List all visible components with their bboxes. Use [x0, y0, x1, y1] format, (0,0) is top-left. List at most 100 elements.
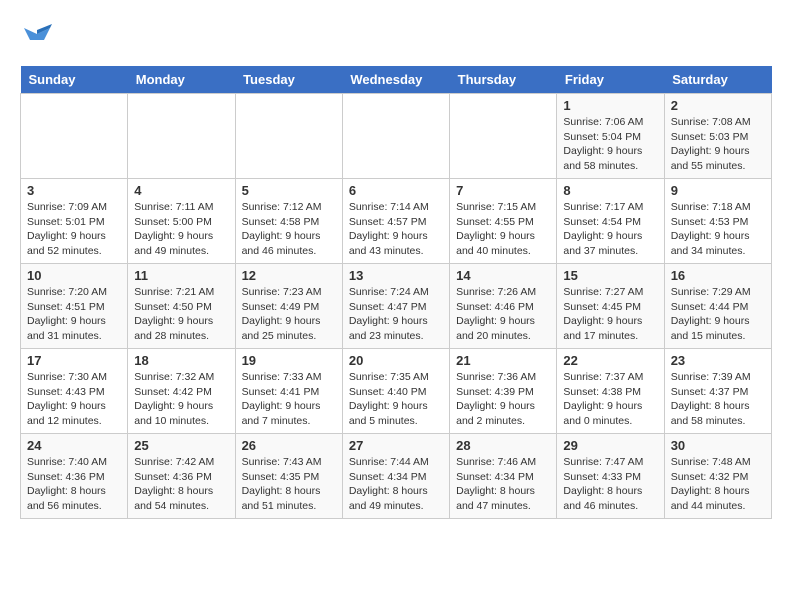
day-number: 25 [134, 438, 228, 453]
day-number: 12 [242, 268, 336, 283]
day-number: 18 [134, 353, 228, 368]
day-number: 29 [563, 438, 657, 453]
calendar-cell: 2Sunrise: 7:08 AM Sunset: 5:03 PM Daylig… [664, 94, 771, 179]
calendar-cell: 4Sunrise: 7:11 AM Sunset: 5:00 PM Daylig… [128, 179, 235, 264]
day-header-monday: Monday [128, 66, 235, 94]
day-info: Sunrise: 7:47 AM Sunset: 4:33 PM Dayligh… [563, 455, 657, 514]
day-header-thursday: Thursday [450, 66, 557, 94]
day-number: 14 [456, 268, 550, 283]
day-header-tuesday: Tuesday [235, 66, 342, 94]
day-info: Sunrise: 7:39 AM Sunset: 4:37 PM Dayligh… [671, 370, 765, 429]
day-info: Sunrise: 7:26 AM Sunset: 4:46 PM Dayligh… [456, 285, 550, 344]
calendar-week-3: 10 Sunrise: 7:20 AM Sunset: 4:51 PM Dayli… [21, 264, 772, 349]
day-number: 6 [349, 183, 443, 198]
day-info: Sunrise: 7:15 AM Sunset: 4:55 PM Dayligh… [456, 200, 550, 259]
day-header-sunday: Sunday [21, 66, 128, 94]
calendar-cell: 13 Sunrise: 7:24 AM Sunset: 4:47 PM Dayli… [342, 264, 449, 349]
day-info: Sunrise: 7:30 AM Sunset: 4:43 PM Dayligh… [27, 370, 121, 429]
day-number: 2 [671, 98, 765, 113]
day-info: Sunrise: 7:27 AM Sunset: 4:45 PM Dayligh… [563, 285, 657, 344]
calendar-cell [21, 94, 128, 179]
logo-icon [22, 20, 52, 50]
day-info: Sunrise: 7:11 AM Sunset: 5:00 PM Dayligh… [134, 200, 228, 259]
day-number: 30 [671, 438, 765, 453]
day-info: Sunrise: 7:48 AM Sunset: 4:32 PM Dayligh… [671, 455, 765, 514]
day-header-friday: Friday [557, 66, 664, 94]
calendar-table: SundayMondayTuesdayWednesdayThursdayFrid… [20, 66, 772, 519]
day-info: Sunrise: 7:09 AM Sunset: 5:01 PM Dayligh… [27, 200, 121, 259]
calendar-week-1: 1Sunrise: 7:06 AM Sunset: 5:04 PM Daylig… [21, 94, 772, 179]
day-info: Sunrise: 7:35 AM Sunset: 4:40 PM Dayligh… [349, 370, 443, 429]
day-number: 24 [27, 438, 121, 453]
day-number: 20 [349, 353, 443, 368]
calendar-cell: 15Sunrise: 7:27 AM Sunset: 4:45 PM Dayli… [557, 264, 664, 349]
day-info: Sunrise: 7:14 AM Sunset: 4:57 PM Dayligh… [349, 200, 443, 259]
calendar-cell: 3 Sunrise: 7:09 AM Sunset: 5:01 PM Daylig… [21, 179, 128, 264]
day-info: Sunrise: 7:24 AM Sunset: 4:47 PM Dayligh… [349, 285, 443, 344]
calendar-cell: 5 Sunrise: 7:12 AM Sunset: 4:58 PM Daylig… [235, 179, 342, 264]
calendar-cell: 1Sunrise: 7:06 AM Sunset: 5:04 PM Daylig… [557, 94, 664, 179]
day-number: 8 [563, 183, 657, 198]
calendar-cell: 27Sunrise: 7:44 AM Sunset: 4:34 PM Dayli… [342, 434, 449, 519]
day-number: 17 [27, 353, 121, 368]
calendar-body: 1Sunrise: 7:06 AM Sunset: 5:04 PM Daylig… [21, 94, 772, 519]
calendar-cell: 10 Sunrise: 7:20 AM Sunset: 4:51 PM Dayli… [21, 264, 128, 349]
calendar-cell: 20 Sunrise: 7:35 AM Sunset: 4:40 PM Dayli… [342, 349, 449, 434]
day-number: 21 [456, 353, 550, 368]
day-info: Sunrise: 7:42 AM Sunset: 4:36 PM Dayligh… [134, 455, 228, 514]
calendar-cell [235, 94, 342, 179]
calendar-cell: 22 Sunrise: 7:37 AM Sunset: 4:38 PM Dayli… [557, 349, 664, 434]
calendar-cell: 23 Sunrise: 7:39 AM Sunset: 4:37 PM Dayli… [664, 349, 771, 434]
day-number: 28 [456, 438, 550, 453]
logo [20, 20, 52, 56]
calendar-cell: 21 Sunrise: 7:36 AM Sunset: 4:39 PM Dayli… [450, 349, 557, 434]
day-header-saturday: Saturday [664, 66, 771, 94]
calendar-cell: 24 Sunrise: 7:40 AM Sunset: 4:36 PM Dayli… [21, 434, 128, 519]
calendar-week-5: 24 Sunrise: 7:40 AM Sunset: 4:36 PM Dayli… [21, 434, 772, 519]
day-number: 5 [242, 183, 336, 198]
day-info: Sunrise: 7:12 AM Sunset: 4:58 PM Dayligh… [242, 200, 336, 259]
day-info: Sunrise: 7:20 AM Sunset: 4:51 PM Dayligh… [27, 285, 121, 344]
day-info: Sunrise: 7:33 AM Sunset: 4:41 PM Dayligh… [242, 370, 336, 429]
calendar-cell: 25 Sunrise: 7:42 AM Sunset: 4:36 PM Dayli… [128, 434, 235, 519]
day-info: Sunrise: 7:17 AM Sunset: 4:54 PM Dayligh… [563, 200, 657, 259]
day-number: 7 [456, 183, 550, 198]
day-number: 16 [671, 268, 765, 283]
day-header-wednesday: Wednesday [342, 66, 449, 94]
day-info: Sunrise: 7:37 AM Sunset: 4:38 PM Dayligh… [563, 370, 657, 429]
day-number: 22 [563, 353, 657, 368]
day-number: 13 [349, 268, 443, 283]
calendar-cell [450, 94, 557, 179]
page-header [20, 20, 772, 56]
day-number: 9 [671, 183, 765, 198]
day-info: Sunrise: 7:21 AM Sunset: 4:50 PM Dayligh… [134, 285, 228, 344]
calendar-cell: 16 Sunrise: 7:29 AM Sunset: 4:44 PM Dayli… [664, 264, 771, 349]
day-number: 3 [27, 183, 121, 198]
calendar-cell: 29 Sunrise: 7:47 AM Sunset: 4:33 PM Dayli… [557, 434, 664, 519]
day-info: Sunrise: 7:36 AM Sunset: 4:39 PM Dayligh… [456, 370, 550, 429]
day-info: Sunrise: 7:43 AM Sunset: 4:35 PM Dayligh… [242, 455, 336, 514]
calendar-cell [128, 94, 235, 179]
calendar-cell: 26Sunrise: 7:43 AM Sunset: 4:35 PM Dayli… [235, 434, 342, 519]
calendar-week-2: 3 Sunrise: 7:09 AM Sunset: 5:01 PM Daylig… [21, 179, 772, 264]
day-info: Sunrise: 7:46 AM Sunset: 4:34 PM Dayligh… [456, 455, 550, 514]
day-number: 23 [671, 353, 765, 368]
day-number: 11 [134, 268, 228, 283]
calendar-cell: 30 Sunrise: 7:48 AM Sunset: 4:32 PM Dayli… [664, 434, 771, 519]
calendar-cell: 8 Sunrise: 7:17 AM Sunset: 4:54 PM Daylig… [557, 179, 664, 264]
day-info: Sunrise: 7:06 AM Sunset: 5:04 PM Dayligh… [563, 115, 657, 174]
calendar-cell: 12 Sunrise: 7:23 AM Sunset: 4:49 PM Dayli… [235, 264, 342, 349]
calendar-week-4: 17 Sunrise: 7:30 AM Sunset: 4:43 PM Dayli… [21, 349, 772, 434]
calendar-cell [342, 94, 449, 179]
calendar-cell: 9Sunrise: 7:18 AM Sunset: 4:53 PM Daylig… [664, 179, 771, 264]
day-info: Sunrise: 7:23 AM Sunset: 4:49 PM Dayligh… [242, 285, 336, 344]
logo-text [20, 20, 52, 56]
calendar-cell: 14 Sunrise: 7:26 AM Sunset: 4:46 PM Dayli… [450, 264, 557, 349]
day-info: Sunrise: 7:32 AM Sunset: 4:42 PM Dayligh… [134, 370, 228, 429]
day-number: 10 [27, 268, 121, 283]
day-number: 27 [349, 438, 443, 453]
day-info: Sunrise: 7:40 AM Sunset: 4:36 PM Dayligh… [27, 455, 121, 514]
calendar-cell: 11 Sunrise: 7:21 AM Sunset: 4:50 PM Dayli… [128, 264, 235, 349]
day-info: Sunrise: 7:29 AM Sunset: 4:44 PM Dayligh… [671, 285, 765, 344]
calendar-cell: 18 Sunrise: 7:32 AM Sunset: 4:42 PM Dayli… [128, 349, 235, 434]
